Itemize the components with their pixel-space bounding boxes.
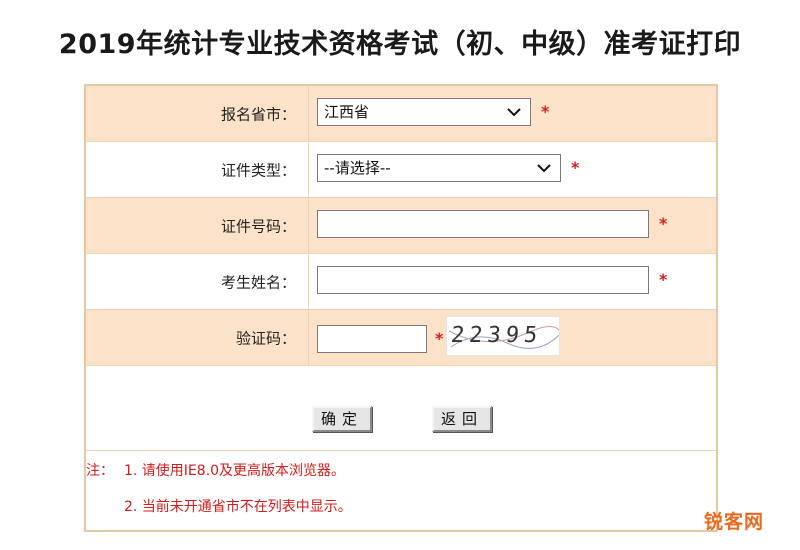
chevron-down-icon: [504, 99, 524, 125]
captcha-text: 22395: [449, 323, 544, 348]
province-label: 报名省市: [86, 103, 296, 124]
name-input[interactable]: [317, 266, 649, 294]
form-row-name: 考生姓名 *: [86, 254, 716, 310]
page-title: 2019年统计专业技术资格考试（初、中级）准考证打印: [58, 29, 742, 60]
province-select[interactable]: 江西省: [317, 98, 531, 126]
id-type-label: 证件类型: [86, 159, 296, 180]
captcha-input[interactable]: [317, 325, 427, 353]
column-divider: [308, 142, 309, 197]
form-row-captcha: 验证码 * 22395: [86, 310, 716, 366]
captcha-image[interactable]: 22395: [446, 316, 560, 356]
notes-prefix: 注：: [86, 463, 114, 479]
id-number-input[interactable]: [317, 210, 649, 238]
name-label: 考生姓名: [86, 271, 296, 292]
confirm-button[interactable]: 确定: [312, 406, 372, 432]
required-mark: *: [435, 329, 444, 348]
id-type-select[interactable]: --请选择--: [317, 154, 561, 182]
required-mark: *: [541, 102, 550, 121]
column-divider: [308, 198, 309, 253]
watermark-logo: 锐客网: [703, 511, 764, 533]
note-line-1: 1. 请使用IE8.0及更高版本浏览器。: [124, 463, 346, 479]
column-divider: [308, 86, 309, 141]
notes-section: 注： 1. 请使用IE8.0及更高版本浏览器。 2. 当前未开通省市不在列表中显…: [86, 450, 716, 532]
note-line-2: 2. 当前未开通省市不在列表中显示。: [124, 499, 352, 515]
id-type-select-value: --请选择--: [324, 159, 391, 177]
form-row-province: 报名省市 江西省 *: [86, 86, 716, 142]
notes-divider: [86, 450, 716, 451]
required-mark: *: [659, 270, 668, 289]
required-mark: *: [659, 214, 668, 233]
column-divider: [308, 310, 309, 365]
ticket-print-form: 报名省市 江西省 * 证件类型 --请选择-- * 证件号码 * 考生姓名: [84, 84, 718, 532]
form-row-id-type: 证件类型 --请选择-- *: [86, 142, 716, 198]
chevron-down-icon: [534, 155, 554, 181]
captcha-label: 验证码: [86, 327, 296, 348]
column-divider: [308, 254, 309, 309]
form-row-id-number: 证件号码 *: [86, 198, 716, 254]
required-mark: *: [571, 158, 580, 177]
form-row-actions: 确定 返回: [86, 366, 716, 450]
back-button[interactable]: 返回: [432, 406, 492, 432]
id-number-label: 证件号码: [86, 215, 296, 236]
province-select-value: 江西省: [324, 103, 370, 121]
